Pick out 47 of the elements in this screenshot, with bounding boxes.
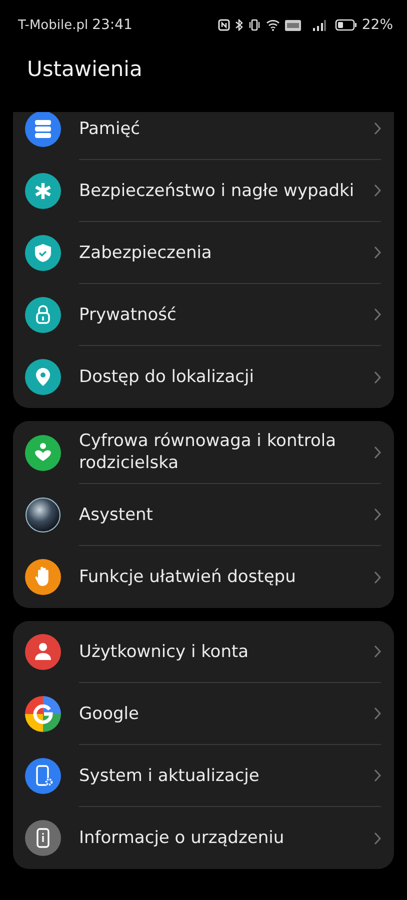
settings-item[interactable]: Dostęp do lokalizacji — [13, 346, 394, 408]
item-label: Funkcje ułatwień dostępu — [79, 566, 297, 588]
item-label: Zabezpieczenia — [79, 242, 213, 264]
settings-item[interactable]: Pamięć — [13, 112, 394, 160]
battery-percent: 22% — [362, 17, 393, 33]
chevron-icon — [374, 832, 381, 844]
carrier-name: T-Mobile.pl — [18, 18, 88, 32]
settings-item[interactable]: Google — [13, 683, 394, 745]
settings-item[interactable]: System i aktualizacje — [13, 745, 394, 807]
volte-icon — [284, 20, 301, 30]
chevron-icon — [374, 508, 381, 521]
item-label: Pamięć — [79, 118, 141, 140]
settings-item[interactable]: Użytkownicy i konta — [13, 621, 394, 683]
chevron-icon — [374, 184, 381, 197]
chevron-icon — [374, 645, 381, 658]
item-label: System i aktualizacje — [79, 764, 260, 786]
item-label: Google — [79, 702, 140, 724]
item-label: Dostęp do lokalizacji — [79, 366, 255, 388]
chevron-icon — [374, 308, 381, 321]
settings-item[interactable]: Bezpieczeństwo i nagłe wypadki — [13, 160, 394, 222]
chevron-icon — [374, 370, 381, 384]
signal-icon — [312, 20, 326, 30]
nfc-icon — [218, 19, 230, 31]
settings-item[interactable]: Asystent — [13, 484, 394, 546]
settings-item[interactable]: Funkcje ułatwień dostępu — [13, 546, 394, 608]
bluetooth-icon — [234, 19, 243, 31]
chevron-icon — [374, 122, 381, 135]
clock: 23:41 — [92, 17, 132, 33]
chevron-icon — [374, 446, 381, 458]
battery-icon — [334, 19, 357, 31]
item-label: Cyfrowa równowaga i kontrola rodzicielska — [79, 430, 338, 474]
settings-item[interactable]: Informacje o urządzeniu — [13, 807, 394, 869]
item-label: Prywatność — [79, 304, 178, 326]
chevron-icon — [374, 246, 381, 259]
item-label: Użytkownicy i konta — [79, 640, 250, 662]
chevron-icon — [374, 570, 381, 584]
settings-item[interactable]: Prywatność — [13, 284, 394, 346]
item-label: Bezpieczeństwo i nagłe wypadki — [79, 180, 356, 202]
wifi-icon — [266, 19, 280, 31]
vibrate-icon — [248, 19, 261, 31]
settings-item[interactable]: Cyfrowa równowaga i kontrola rodzicielska — [13, 421, 394, 484]
chevron-icon — [374, 707, 381, 720]
item-label: Informacje o urządzeniu — [79, 827, 286, 849]
page-title: Ustawienia — [27, 56, 144, 83]
chevron-icon — [374, 769, 381, 782]
item-label: Asystent — [79, 504, 154, 526]
settings-item[interactable]: Zabezpieczenia — [13, 222, 394, 284]
